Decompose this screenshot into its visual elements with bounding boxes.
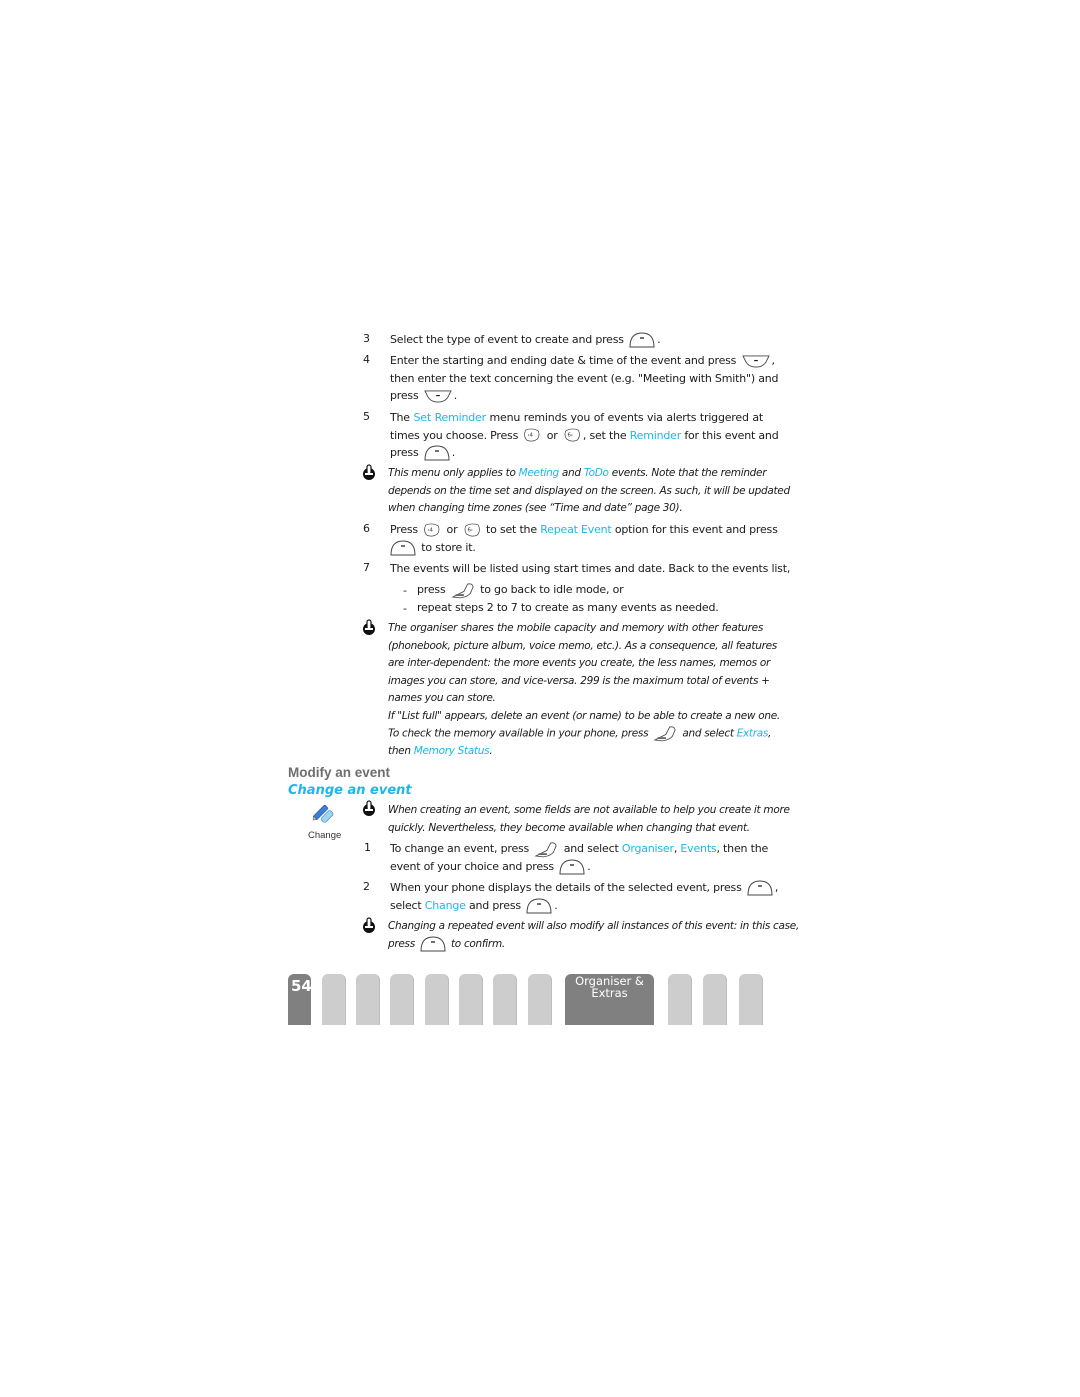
info-icon xyxy=(362,917,376,933)
chapter-tab[interactable] xyxy=(459,974,483,1025)
chapter-tab[interactable] xyxy=(703,974,727,1025)
ok-key-icon xyxy=(526,898,552,914)
step-number: 1 xyxy=(364,841,371,854)
reminder-link[interactable]: Reminder xyxy=(630,429,682,442)
change-icon-label: Change xyxy=(308,830,342,841)
info-icon xyxy=(362,800,376,816)
step-number: 2 xyxy=(363,880,370,893)
change-step-1-text: To change an event, press and select Org… xyxy=(390,841,769,875)
chapter-tab[interactable] xyxy=(528,974,552,1025)
down-key-icon xyxy=(742,355,770,368)
step-3-text: Select the type of event to create and p… xyxy=(390,332,661,348)
ok-key-icon xyxy=(420,936,446,952)
chapter-tab[interactable] xyxy=(739,974,763,1025)
right-nav-key-icon xyxy=(563,427,581,444)
change-link[interactable]: Change xyxy=(425,899,466,912)
menu-key-icon xyxy=(534,841,558,858)
bullet-dash: - xyxy=(403,584,407,597)
bullet-item: press to go back to idle mode, or xyxy=(417,581,624,599)
chapter-tab[interactable] xyxy=(356,974,380,1025)
note-repeated-event: Changing a repeated event will also modi… xyxy=(388,920,800,952)
ok-key-icon xyxy=(747,880,773,896)
chapter-tab[interactable] xyxy=(322,974,346,1025)
chapter-tab[interactable] xyxy=(390,974,414,1025)
ok-key-icon xyxy=(390,540,416,556)
organiser-link[interactable]: Organiser xyxy=(622,842,674,855)
manual-page: 3 Select the type of event to create and… xyxy=(0,0,1080,1397)
bullet-item: repeat steps 2 to 7 to create as many ev… xyxy=(417,601,719,614)
bullet-dash: - xyxy=(403,602,407,615)
info-icon xyxy=(362,619,376,635)
page-number: 54 xyxy=(291,977,312,995)
step-number: 4 xyxy=(363,353,370,366)
change-icon xyxy=(312,804,334,823)
step-7-text: The events will be listed using start ti… xyxy=(390,562,791,575)
ok-key-icon xyxy=(424,445,450,461)
right-nav-key-icon xyxy=(463,522,481,539)
down-key-icon xyxy=(424,390,452,403)
chapter-tab-label: Organiser & Extras xyxy=(575,974,644,1000)
chapter-tab[interactable] xyxy=(493,974,517,1025)
step-5-text: The Set Reminder menu reminds you of eve… xyxy=(390,411,779,461)
step-number: 3 xyxy=(363,332,370,345)
step-number: 6 xyxy=(363,522,370,535)
change-step-2-text: When your phone displays the details of … xyxy=(390,881,779,914)
note-reminder: This menu only applies to Meeting and To… xyxy=(388,467,790,514)
step-4-text: Enter the starting and ending date & tim… xyxy=(390,354,779,403)
chapter-tab[interactable] xyxy=(425,974,449,1025)
step-6-text: Press or to set the Repeat Event option … xyxy=(390,522,778,556)
events-link[interactable]: Events xyxy=(680,842,716,855)
section-heading: Modify an event xyxy=(288,765,391,780)
repeat-event-link[interactable]: Repeat Event xyxy=(540,523,612,536)
ok-key-icon xyxy=(559,859,585,875)
change-side-icon: Change xyxy=(308,803,342,841)
set-reminder-link[interactable]: Set Reminder xyxy=(413,411,486,424)
note-fields: When creating an event, some fields are … xyxy=(388,804,790,834)
left-nav-key-icon xyxy=(423,522,441,539)
left-nav-key-icon xyxy=(523,427,541,444)
subsection-heading: Change an event xyxy=(288,783,412,798)
meeting-link[interactable]: Meeting xyxy=(519,467,560,479)
todo-link[interactable]: ToDo xyxy=(584,467,609,479)
step-number: 5 xyxy=(363,410,370,423)
menu-key-icon xyxy=(653,725,677,742)
menu-key-icon xyxy=(451,582,475,599)
info-icon xyxy=(362,464,376,480)
note-memory: The organiser shares the mobile capacity… xyxy=(388,622,780,757)
chapter-tab[interactable] xyxy=(668,974,692,1025)
step-number: 7 xyxy=(363,561,370,574)
extras-link[interactable]: Extras xyxy=(737,728,769,740)
memory-status-link[interactable]: Memory Status xyxy=(414,745,490,757)
ok-key-icon xyxy=(629,332,655,348)
